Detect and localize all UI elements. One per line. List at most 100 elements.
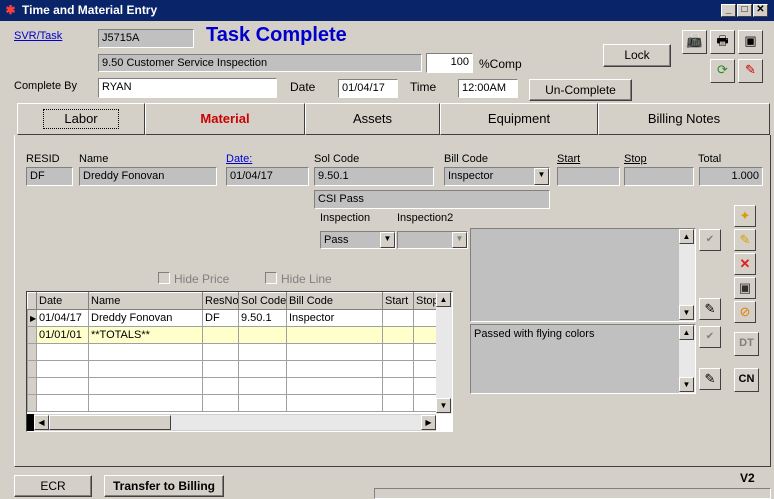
table-row[interactable]: 01/01/01 **TOTALS** — [27, 326, 438, 344]
table-cell[interactable] — [238, 394, 287, 412]
table-cell[interactable] — [286, 360, 383, 378]
tab-labor[interactable]: Labor — [17, 103, 145, 135]
hide-price-checkbox[interactable] — [158, 272, 170, 284]
table-row[interactable] — [27, 343, 438, 361]
table-cell[interactable] — [36, 343, 89, 361]
table-row[interactable]: ▶ 01/04/17 Dreddy Fonovan DF 9.50.1 Inspector — [27, 309, 438, 327]
table-cell[interactable] — [286, 343, 383, 361]
table-cell[interactable] — [286, 377, 383, 395]
table-cell[interactable] — [382, 360, 414, 378]
lock-button[interactable]: Lock — [603, 44, 671, 67]
column-header[interactable]: ResNo — [202, 292, 239, 310]
column-header[interactable]: Sol Code — [238, 292, 287, 310]
stop-field[interactable] — [624, 167, 694, 186]
labor-date-field[interactable]: 01/04/17 — [226, 167, 309, 186]
scroll-left-icon[interactable]: ◀ — [34, 415, 49, 430]
scroll-down-icon[interactable]: ▼ — [679, 305, 694, 320]
table-cell[interactable] — [413, 377, 438, 395]
row-indicator[interactable] — [27, 377, 37, 395]
table-cell[interactable] — [382, 343, 414, 361]
scroll-down-icon[interactable]: ▼ — [436, 398, 451, 413]
save-icon[interactable]: ▣ — [734, 277, 756, 299]
table-cell[interactable] — [382, 326, 414, 344]
tab-assets[interactable]: Assets — [305, 103, 440, 135]
ecr-button[interactable]: ECR — [14, 475, 92, 497]
column-header[interactable]: Start — [382, 292, 414, 310]
column-header[interactable]: Stop — [413, 292, 438, 310]
edit-note-icon[interactable]: ✎ — [738, 59, 763, 83]
table-cell[interactable] — [413, 326, 438, 344]
table-cell[interactable] — [202, 360, 239, 378]
new-record-icon[interactable]: ✦ — [734, 205, 756, 227]
percent-complete-input[interactable]: 100 — [426, 53, 473, 73]
table-cell[interactable] — [286, 394, 383, 412]
edit-memo-icon[interactable]: ✎ — [699, 298, 721, 320]
table-cell[interactable] — [202, 326, 239, 344]
svr-task-link[interactable]: SVR/Task — [14, 30, 62, 42]
cn-button[interactable]: CN — [734, 368, 759, 392]
cancel-icon[interactable]: ⊘ — [734, 301, 756, 323]
vertical-scrollbar[interactable]: ▲ ▼ — [436, 292, 452, 414]
scroll-down-icon[interactable]: ▼ — [679, 377, 694, 392]
table-cell[interactable]: DF — [202, 309, 239, 327]
table-cell[interactable] — [413, 360, 438, 378]
scroll-track[interactable] — [171, 415, 421, 430]
memo-scrollbar[interactable]: ▲ ▼ — [679, 229, 695, 321]
column-header[interactable]: Bill Code — [286, 292, 383, 310]
minimize-button[interactable]: _ — [721, 4, 736, 17]
table-cell[interactable]: **TOTALS** — [88, 326, 203, 344]
table-cell[interactable] — [382, 377, 414, 395]
table-cell[interactable] — [202, 377, 239, 395]
row-indicator[interactable] — [27, 394, 37, 412]
table-cell[interactable]: 9.50.1 — [238, 309, 287, 327]
table-row[interactable] — [27, 394, 438, 412]
table-cell[interactable] — [36, 360, 89, 378]
current-row-indicator[interactable]: ▶ — [27, 309, 37, 327]
spellcheck-icon[interactable]: ✔ — [699, 229, 721, 251]
tab-billing-notes[interactable]: Billing Notes — [598, 103, 770, 135]
date-link[interactable]: Date: — [226, 153, 252, 165]
table-cell[interactable] — [88, 343, 203, 361]
uncomplete-button[interactable]: Un-Complete — [529, 79, 632, 101]
print-icon[interactable]: 🖶 — [710, 30, 735, 54]
notes-scrollbar[interactable]: ▲ ▼ — [679, 325, 695, 393]
table-cell[interactable] — [36, 394, 89, 412]
name-field[interactable]: Dreddy Fonovan — [79, 167, 217, 186]
chevron-down-icon[interactable]: ▼ — [452, 232, 467, 248]
sol-code-field[interactable]: 9.50.1 — [314, 167, 434, 186]
fax-icon[interactable]: 📠 — [682, 30, 707, 54]
complete-by-input[interactable]: RYAN — [98, 78, 277, 98]
dt-button[interactable]: DT — [734, 332, 759, 356]
complete-time-input[interactable]: 12:00AM — [458, 79, 518, 98]
table-cell[interactable] — [202, 343, 239, 361]
table-cell[interactable] — [238, 343, 287, 361]
table-cell[interactable] — [382, 309, 414, 327]
scroll-up-icon[interactable]: ▲ — [679, 229, 694, 244]
start-field[interactable] — [557, 167, 620, 186]
table-row[interactable] — [27, 377, 438, 395]
table-cell[interactable] — [238, 326, 287, 344]
bill-code-select[interactable]: Inspector ▼ — [444, 167, 550, 186]
table-cell[interactable] — [413, 343, 438, 361]
table-cell[interactable] — [238, 377, 287, 395]
row-indicator[interactable] — [27, 360, 37, 378]
table-cell[interactable] — [286, 326, 383, 344]
inspection-memo[interactable] — [470, 228, 696, 322]
table-row[interactable] — [27, 360, 438, 378]
horizontal-scrollbar[interactable]: ◀ ▶ — [27, 414, 436, 431]
inspection2-select[interactable]: ▼ — [397, 231, 468, 249]
table-cell[interactable] — [88, 394, 203, 412]
column-header[interactable]: Name — [88, 292, 203, 310]
refresh-icon[interactable]: ⟳ — [710, 59, 735, 83]
edit-record-icon[interactable]: ✎ — [734, 229, 756, 251]
row-indicator[interactable] — [27, 343, 37, 361]
transfer-to-billing-button[interactable]: Transfer to Billing — [104, 475, 224, 497]
chevron-down-icon[interactable]: ▼ — [380, 232, 395, 248]
row-indicator[interactable] — [27, 326, 37, 344]
table-cell[interactable] — [88, 360, 203, 378]
hide-line-checkbox[interactable] — [265, 272, 277, 284]
spellcheck-icon[interactable]: ✔ — [699, 326, 721, 348]
chevron-down-icon[interactable]: ▼ — [534, 168, 549, 185]
scroll-right-icon[interactable]: ▶ — [421, 415, 436, 430]
inspection-select[interactable]: Pass ▼ — [320, 231, 396, 249]
